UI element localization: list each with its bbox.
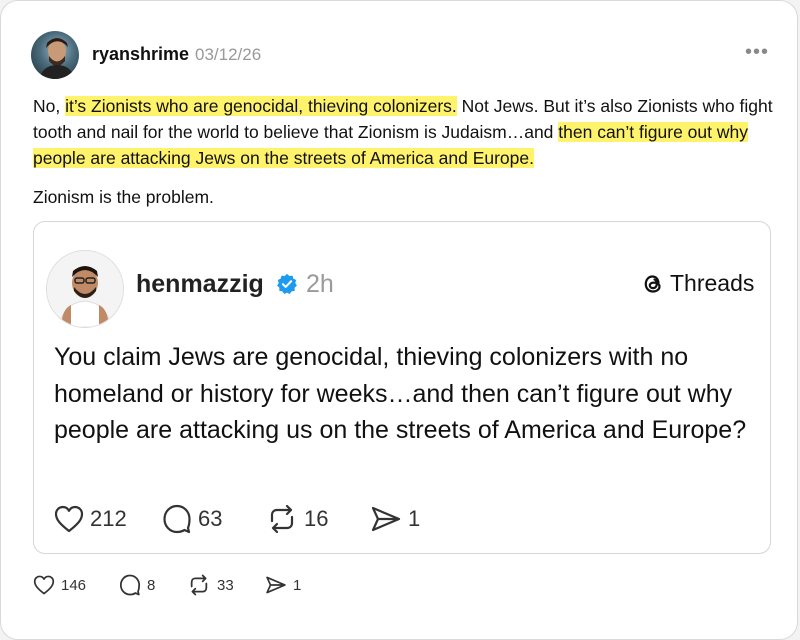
share-icon [265, 575, 287, 595]
repost-icon [266, 504, 298, 534]
threads-brand[interactable]: Threads [642, 270, 754, 297]
embed-username[interactable]: henmazzig [136, 270, 264, 299]
share-button[interactable]: 1 [265, 575, 301, 595]
comment-icon [119, 574, 141, 596]
share-icon [370, 505, 402, 533]
embed-body: You claim Jews are genocidal, thieving c… [54, 343, 747, 444]
more-icon[interactable]: ••• [745, 41, 769, 64]
embed-like-button[interactable]: 212 [54, 505, 162, 533]
highlighted-text: it’s Zionists who are genocidal, thievin… [65, 96, 457, 116]
embed-time: 2h [306, 270, 334, 298]
embed-repost-button[interactable]: 16 [266, 504, 370, 534]
heart-icon [54, 505, 84, 533]
embed-reply-count: 63 [198, 506, 223, 531]
repost-icon [187, 574, 211, 596]
repost-button[interactable]: 33 [187, 574, 265, 596]
author-avatar[interactable] [31, 31, 79, 79]
author-username[interactable]: ryanshrime [92, 44, 189, 65]
embed-share-button[interactable]: 1 [370, 505, 420, 533]
post-body-line2: Zionism is the problem. [33, 187, 214, 207]
post-card: ryanshrime 03/12/26 ••• No, it’s Zionist… [0, 0, 798, 640]
embed-share-count: 1 [408, 506, 421, 531]
comment-icon [162, 504, 192, 534]
embedded-post[interactable]: henmazzig 2h Threads You claim Jews are … [33, 221, 771, 554]
heart-icon [33, 575, 55, 595]
like-button[interactable]: 146 [33, 575, 119, 595]
threads-logo-icon [642, 272, 664, 296]
threads-label: Threads [670, 270, 755, 296]
verified-icon [276, 273, 298, 295]
post-stats: 146 8 33 1 [33, 574, 301, 596]
post-body: No, it’s Zionists who are genocidal, thi… [33, 93, 773, 171]
post-date: 03/12/26 [195, 45, 262, 64]
embed-stats: 212 63 16 1 [54, 504, 420, 534]
embed-like-count: 212 [90, 506, 127, 531]
embed-repost-count: 16 [304, 506, 329, 531]
embed-avatar[interactable] [46, 250, 124, 328]
reply-button[interactable]: 8 [119, 574, 187, 596]
post-text-part: No, [33, 96, 66, 116]
like-count: 146 [61, 576, 87, 594]
repost-count: 33 [217, 576, 234, 594]
reply-count: 8 [147, 576, 156, 594]
share-count: 1 [293, 576, 302, 594]
embed-reply-button[interactable]: 63 [162, 504, 266, 534]
